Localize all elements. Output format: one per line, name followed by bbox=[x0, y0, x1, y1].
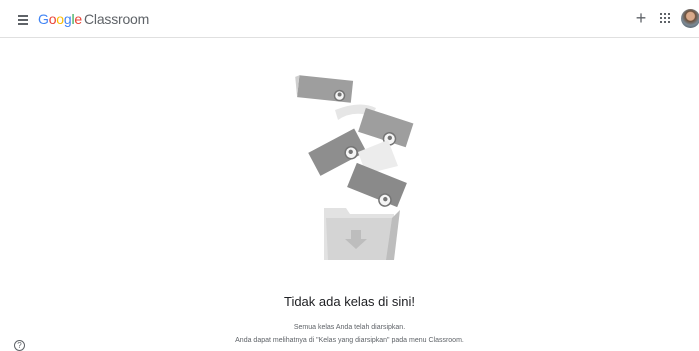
empty-state-title: Tidak ada kelas di sini! bbox=[283, 294, 416, 309]
floating-class-card bbox=[295, 75, 354, 103]
top-app-bar: Google Classroom + bbox=[0, 0, 699, 38]
plus-icon[interactable]: + bbox=[633, 9, 649, 27]
brand-letter: o bbox=[56, 11, 64, 27]
apps-grid-icon[interactable] bbox=[660, 13, 670, 23]
empty-state-description: Semua kelas Anda telah diarsipkan. bbox=[293, 324, 406, 331]
hamburger-menu-icon[interactable] bbox=[17, 12, 31, 26]
brand-letter: e bbox=[74, 11, 82, 27]
empty-state-hint: Anda dapat melihatnya di "Kelas yang dia… bbox=[235, 337, 464, 344]
archived-classes-folder-illustration bbox=[295, 75, 414, 260]
google-classroom-logo[interactable]: Google Classroom bbox=[38, 10, 149, 28]
user-avatar[interactable] bbox=[681, 9, 699, 28]
product-name: Classroom bbox=[84, 11, 150, 27]
help-circle-icon[interactable]: ? bbox=[14, 340, 25, 351]
brand-letter: G bbox=[38, 11, 49, 27]
